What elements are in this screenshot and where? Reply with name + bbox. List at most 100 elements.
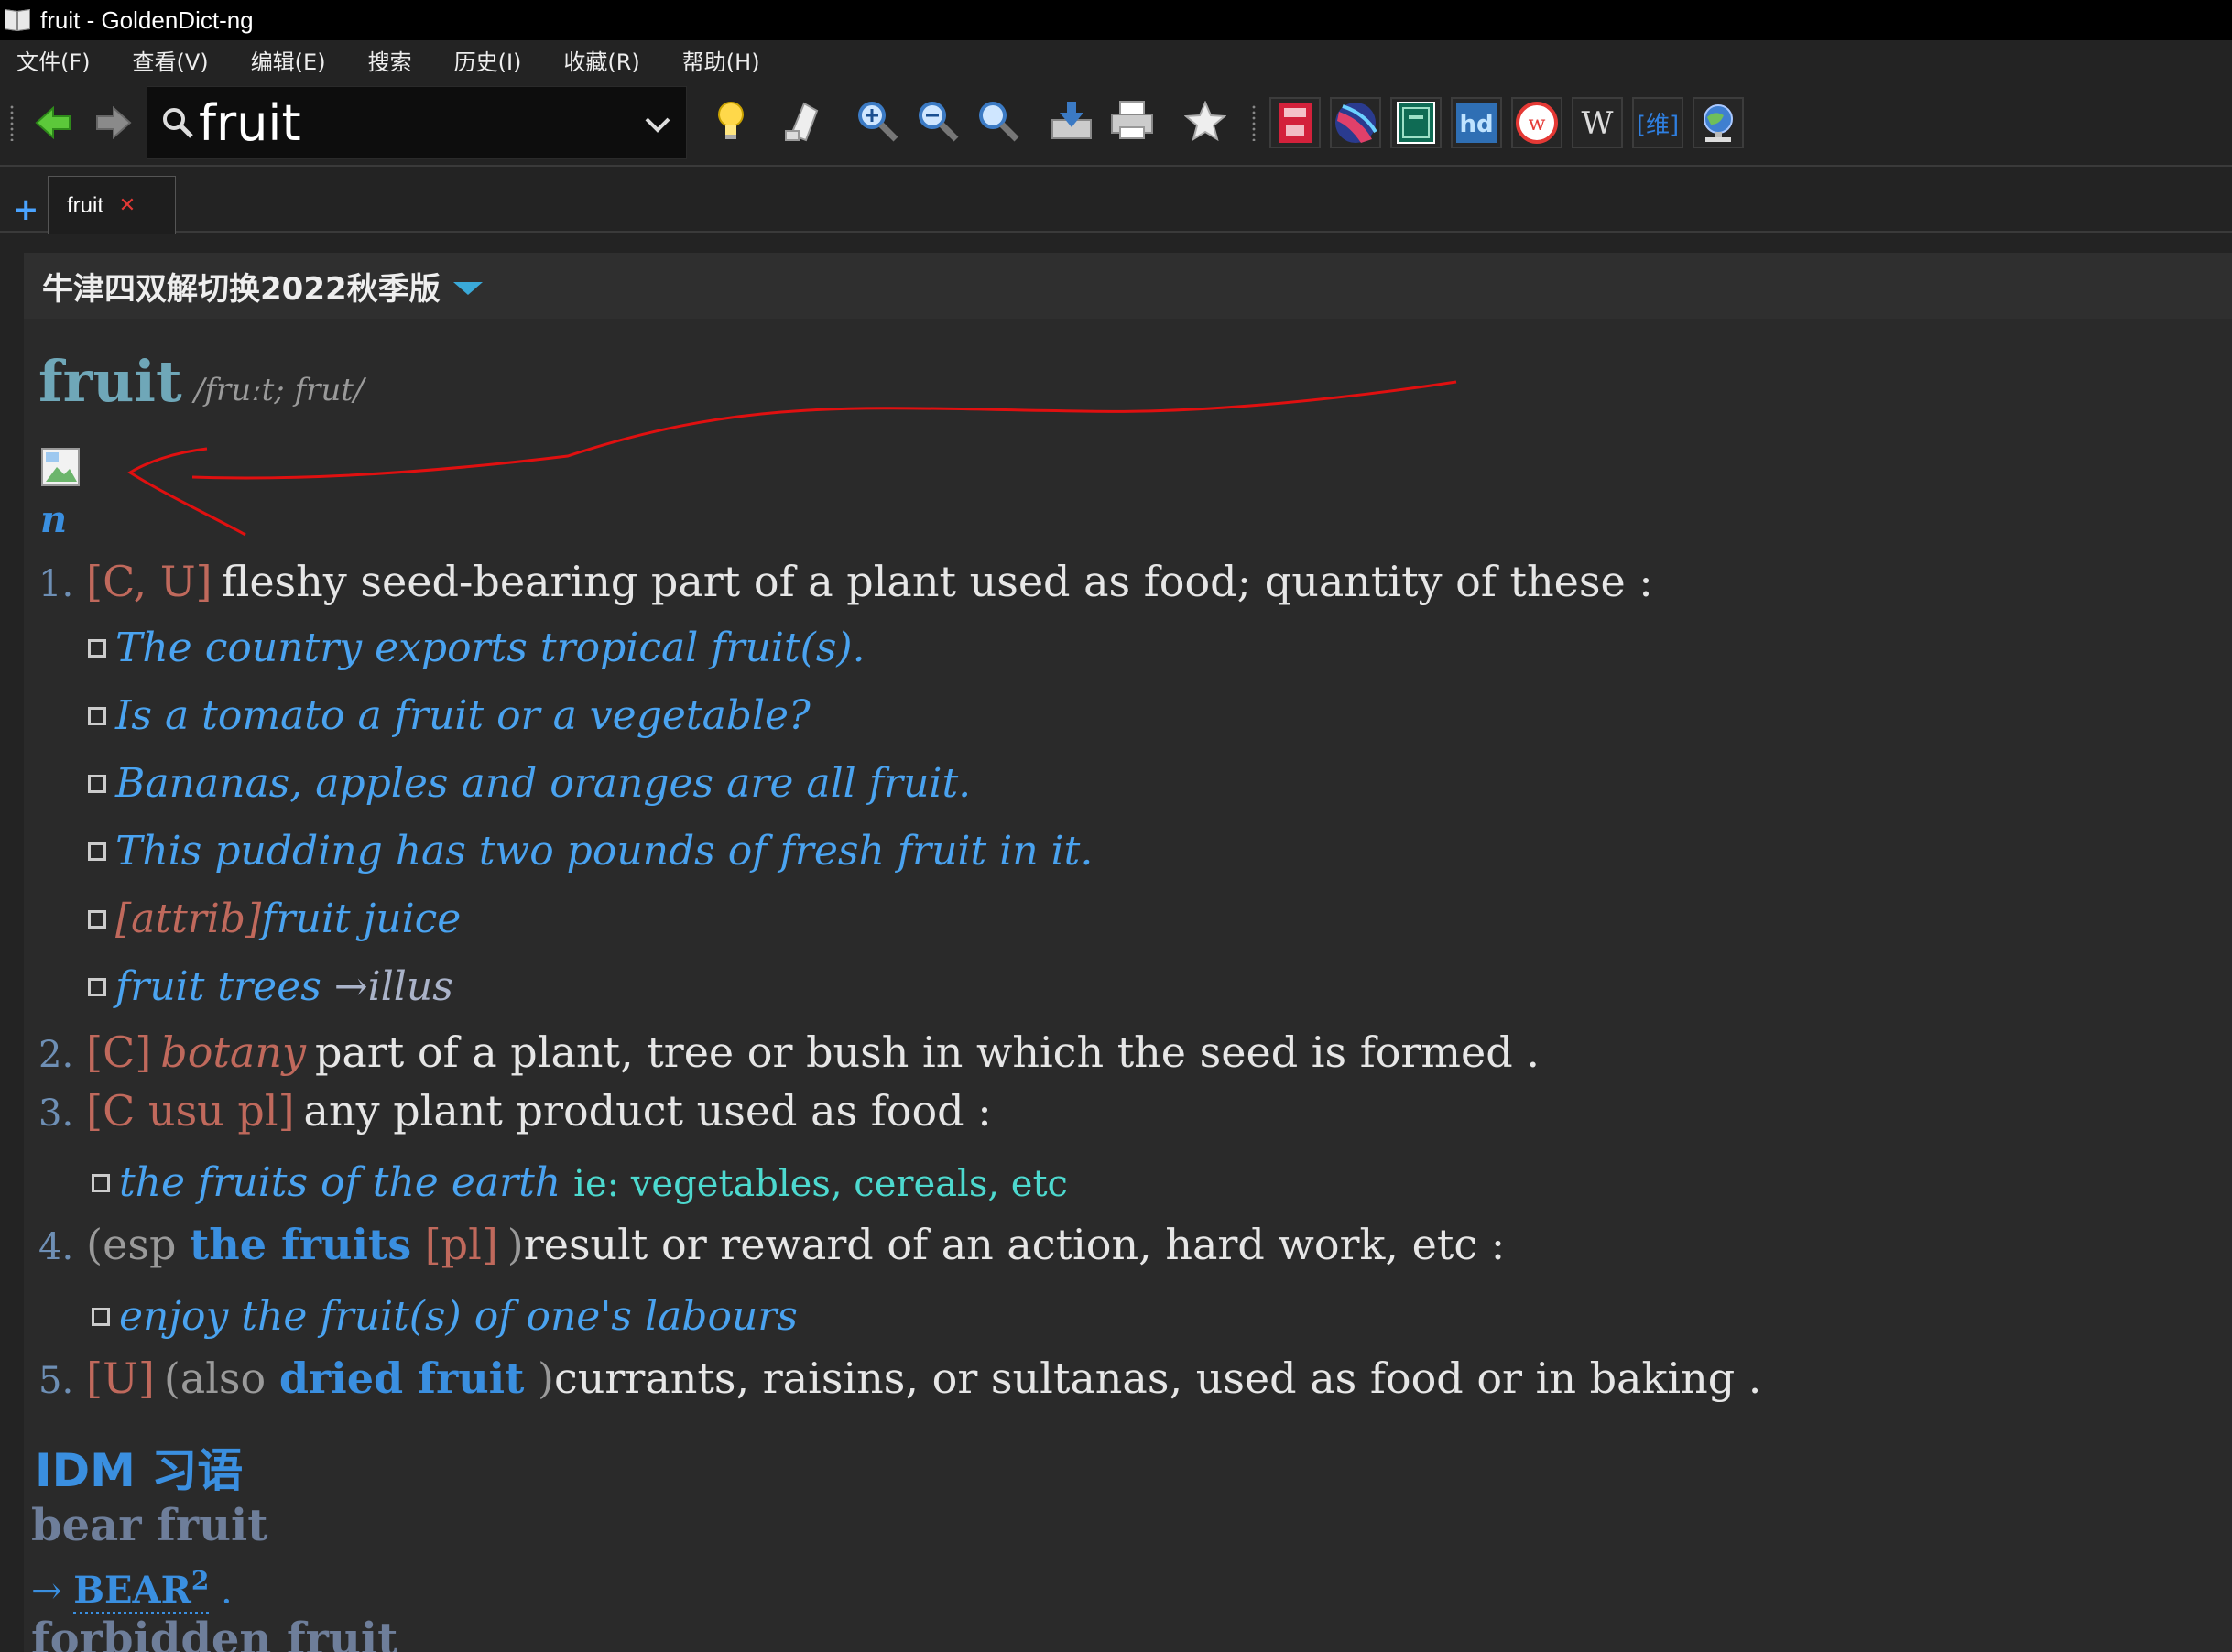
example-text: The country exports tropical fruit(s). bbox=[115, 625, 866, 671]
definition: part of a plant, tree or bush in which t… bbox=[314, 1027, 1540, 1077]
part-of-speech: n bbox=[40, 498, 68, 541]
wikipedia-icon[interactable]: W bbox=[1572, 97, 1623, 148]
save-icon[interactable] bbox=[1046, 95, 1097, 147]
ref-arrow: → bbox=[31, 1570, 62, 1613]
zoom-reset-icon[interactable] bbox=[973, 95, 1024, 147]
example-bullet-icon bbox=[88, 978, 106, 996]
tab-label: fruit bbox=[67, 192, 104, 218]
oxford-dict-icon[interactable] bbox=[1269, 97, 1321, 148]
grammar-code: [C usu pl] bbox=[86, 1086, 295, 1136]
example-text: This pudding has two pounds of fresh fru… bbox=[115, 828, 1094, 875]
illus-link[interactable]: →illus bbox=[334, 963, 453, 1010]
scan-popup-icon[interactable] bbox=[777, 95, 828, 147]
toolbar bbox=[0, 79, 2232, 167]
forward-arrow-icon[interactable] bbox=[88, 97, 139, 148]
dictionary-bar-grip[interactable] bbox=[1251, 104, 1257, 141]
example: Bananas, apples and oranges are all frui… bbox=[88, 760, 971, 807]
idioms-heading: IDM 习语 bbox=[35, 1444, 244, 1497]
grammar-code: [C] bbox=[86, 1027, 152, 1077]
favorite-star-icon[interactable] bbox=[1180, 95, 1231, 147]
definition: result or reward of an action, hard work… bbox=[523, 1220, 1506, 1269]
zoom-out-icon[interactable] bbox=[912, 95, 964, 147]
paren-close: ) bbox=[538, 1353, 554, 1403]
search-input[interactable] bbox=[199, 92, 629, 153]
close-tab-icon[interactable]: ✕ bbox=[116, 194, 138, 217]
example-bullet-icon bbox=[88, 639, 106, 658]
example-gloss: ie: vegetables, cereals, etc bbox=[573, 1163, 1068, 1205]
cross-reference-link[interactable]: the fruits bbox=[190, 1220, 411, 1269]
idiom-phrase: bear fruit bbox=[31, 1500, 268, 1551]
menu-search[interactable]: 搜索 bbox=[361, 42, 419, 78]
tab-bar: + fruit ✕ bbox=[0, 168, 2232, 234]
sense-number: 2. bbox=[38, 1034, 74, 1076]
sense-number: 3. bbox=[38, 1092, 74, 1135]
example: The country exports tropical fruit(s). bbox=[88, 625, 866, 671]
hd-label: hd bbox=[1459, 111, 1493, 138]
wei-dict-icon[interactable]: [维] bbox=[1632, 97, 1683, 148]
example: [attrib]fruit juice bbox=[88, 896, 461, 942]
definition: any plant product used as food : bbox=[303, 1086, 992, 1136]
example-bullet-icon bbox=[88, 842, 106, 861]
sense-3: 3. [C usu pl] any plant product used as fo… bbox=[38, 1086, 992, 1136]
example-text: fruit juice bbox=[261, 896, 462, 942]
ref-word: BEAR bbox=[73, 1569, 191, 1613]
idiom-phrase: forbidden fruit bbox=[31, 1614, 398, 1652]
new-tab-plus-icon[interactable]: + bbox=[13, 194, 39, 225]
dictionary-header[interactable]: 牛津四双解切换2022秋季版 bbox=[24, 253, 2232, 319]
menu-history[interactable]: 历史(I) bbox=[447, 42, 529, 78]
menu-bar: 文件(F) 查看(V) 编辑(E) 搜索 历史(I) 收藏(R) 帮助(H) bbox=[0, 40, 2232, 79]
example-bullet-icon bbox=[88, 707, 106, 725]
definition: fleshy seed-bearing part of a plant used… bbox=[221, 557, 1653, 606]
example-bullet-icon bbox=[88, 775, 106, 793]
goldendict-book-icon bbox=[4, 8, 33, 32]
example-bullet-icon bbox=[92, 1308, 110, 1326]
example-bullet-icon bbox=[92, 1174, 110, 1192]
chevron-down-icon[interactable] bbox=[642, 109, 673, 140]
back-arrow-icon[interactable] bbox=[27, 97, 79, 148]
network-dict-icon[interactable] bbox=[1693, 97, 1744, 148]
wordreference-icon[interactable]: w bbox=[1511, 97, 1562, 148]
example-text: fruit trees bbox=[115, 963, 321, 1010]
idiom-reference: → BEAR2 . bbox=[31, 1566, 233, 1615]
wikipedia-label: W bbox=[1582, 105, 1614, 142]
print-icon[interactable] bbox=[1106, 95, 1158, 147]
example-bullet-icon bbox=[88, 910, 106, 929]
menu-file[interactable]: 文件(F) bbox=[9, 42, 98, 78]
search-icon bbox=[163, 108, 193, 138]
example: fruit trees →illus bbox=[88, 963, 453, 1010]
search-combobox[interactable] bbox=[147, 86, 687, 159]
bear-reference-link[interactable]: BEAR2 bbox=[73, 1566, 210, 1615]
dictionary-name: 牛津四双解切换2022秋季版 bbox=[42, 270, 441, 308]
tab-fruit[interactable]: fruit ✕ bbox=[48, 176, 176, 234]
menu-help[interactable]: 帮助(H) bbox=[675, 42, 768, 78]
paren-open: (also bbox=[163, 1353, 267, 1403]
ref-superscript: 2 bbox=[191, 1566, 210, 1596]
globe-dict-icon[interactable] bbox=[1330, 97, 1381, 148]
grammar-code: [U] bbox=[86, 1353, 155, 1403]
example-text: the fruits of the earth bbox=[119, 1159, 561, 1206]
cross-reference-link[interactable]: dried fruit bbox=[279, 1353, 525, 1403]
paren-close: ) bbox=[506, 1220, 524, 1269]
menu-favorites[interactable]: 收藏(R) bbox=[556, 42, 647, 78]
collapse-triangle-icon[interactable] bbox=[452, 282, 483, 295]
article-view[interactable]: 牛津四双解切换2022秋季版 fruit /fruːt; frut/ n 1. [… bbox=[24, 253, 2232, 1652]
example: the fruits of the earth ie: vegetables, c… bbox=[92, 1159, 1068, 1206]
subject-label: botany bbox=[160, 1027, 306, 1077]
headword: fruit bbox=[38, 348, 182, 415]
wei-label: [维] bbox=[1636, 111, 1680, 139]
menu-view[interactable]: 查看(V) bbox=[125, 42, 216, 78]
lightbulb-icon[interactable] bbox=[705, 95, 757, 147]
hd-dict-icon[interactable]: hd bbox=[1451, 97, 1502, 148]
example: This pudding has two pounds of fresh fru… bbox=[88, 828, 1093, 875]
sense-5: 5. [U] (also dried fruit )currants, raisin… bbox=[38, 1353, 1761, 1403]
ref-tail: . bbox=[221, 1570, 233, 1613]
example-text: Bananas, apples and oranges are all frui… bbox=[115, 760, 972, 807]
sense-4: 4. (esp the fruits [pl])result or reward … bbox=[38, 1220, 1505, 1269]
sense-number: 4. bbox=[38, 1226, 74, 1268]
zoom-in-icon[interactable] bbox=[852, 95, 903, 147]
example-text: enjoy the fruit(s) of one's labours bbox=[119, 1293, 798, 1340]
green-book-dict-icon[interactable] bbox=[1390, 97, 1442, 148]
toolbar-grip[interactable] bbox=[9, 104, 15, 141]
sense-number: 1. bbox=[38, 563, 74, 605]
menu-edit[interactable]: 编辑(E) bbox=[244, 42, 333, 78]
